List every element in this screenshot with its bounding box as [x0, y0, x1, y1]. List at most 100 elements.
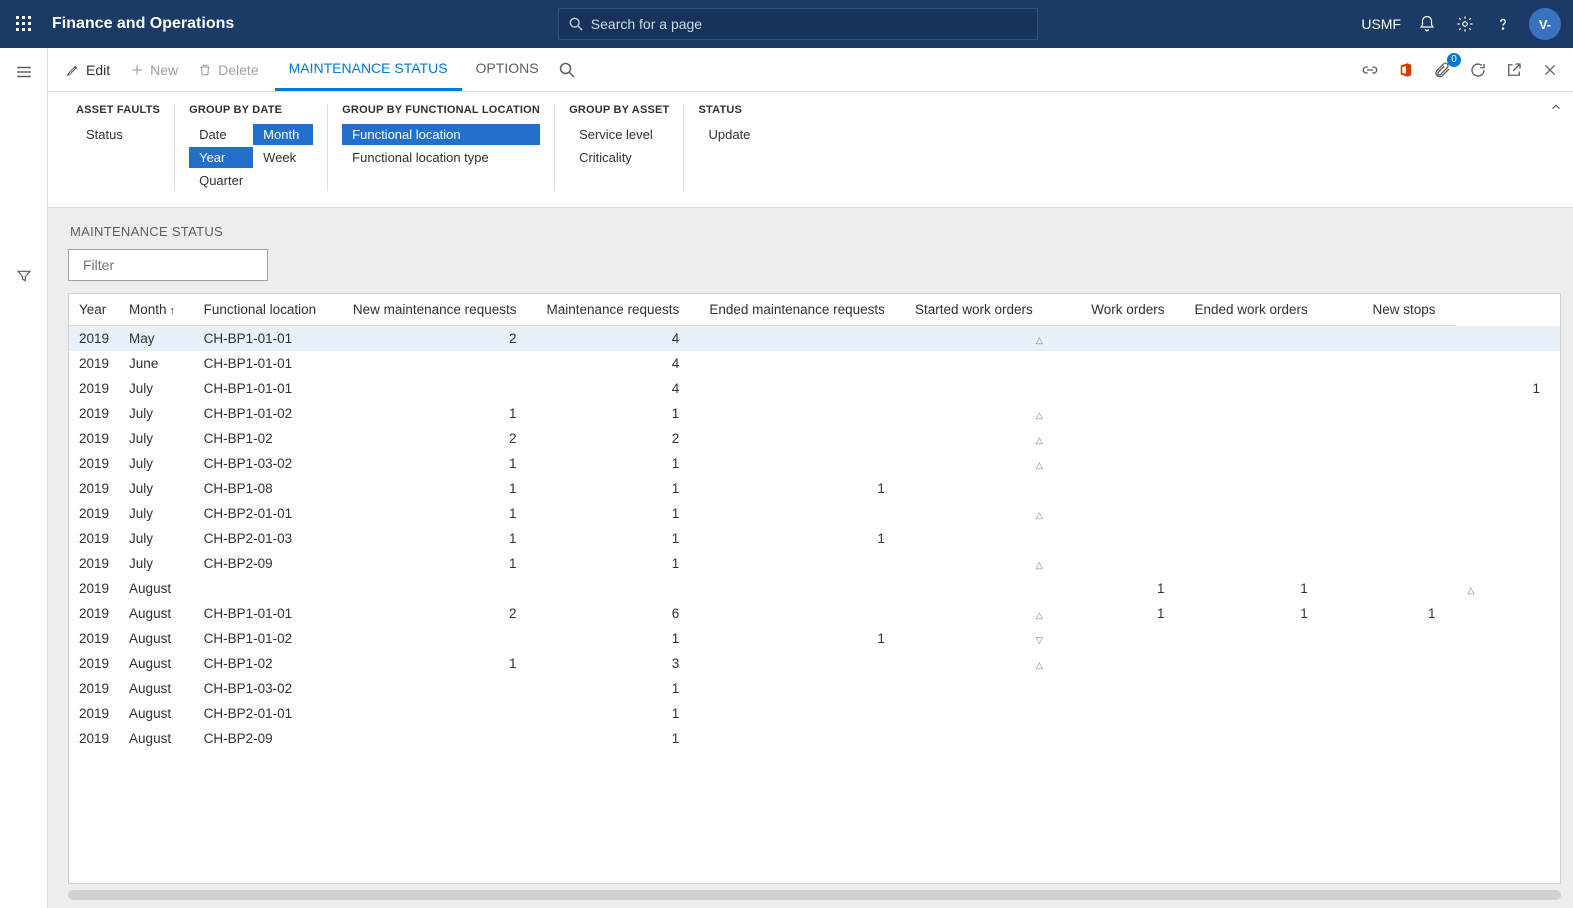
delete-button: Delete [188, 48, 268, 91]
table-row[interactable]: 2019JulyCH-BP1-03-0211△ [69, 451, 1560, 476]
table-row[interactable]: 2019JulyCH-BP1-01-0211△ [69, 401, 1560, 426]
table-row[interactable]: 2019JulyCH-BP2-01-03111 [69, 526, 1560, 551]
table-row[interactable]: 2019August11△ [69, 576, 1560, 601]
company-picker[interactable]: USMF [1361, 16, 1401, 32]
pencil-icon [66, 63, 80, 77]
sort-asc-icon: ↑ [170, 305, 176, 317]
table-row[interactable]: 2019JulyCH-BP2-0911△ [69, 551, 1560, 576]
chip-criticality[interactable]: Criticality [569, 147, 669, 168]
grid-filter[interactable] [68, 249, 268, 281]
trend-up-icon: △ [1036, 460, 1043, 470]
office-icon[interactable] [1395, 59, 1417, 81]
col-ended-work-orders[interactable]: Ended work orders [1184, 294, 1327, 326]
group-asset-faults: ASSET FAULTS Status [62, 104, 174, 191]
table-row[interactable]: 2019AugustCH-BP2-01-011 [69, 701, 1560, 726]
chip-month[interactable]: Month [253, 124, 313, 145]
col-ended-maintenance-requests[interactable]: Ended maintenance requests [699, 294, 905, 326]
section-title: MAINTENANCE STATUS [70, 224, 1561, 239]
top-navbar: Finance and Operations USMF V- [0, 0, 1573, 48]
tab-options[interactable]: OPTIONS [462, 48, 553, 91]
attachments-badge: 0 [1447, 53, 1461, 67]
app-title: Finance and Operations [52, 15, 234, 33]
group-by-date: GROUP BY DATE DateMonthYearWeekQuarter [174, 104, 327, 191]
table-row[interactable]: 2019AugustCH-BP1-01-0211▽ [69, 626, 1560, 651]
table-row[interactable]: 2019JulyCH-BP1-0222△ [69, 426, 1560, 451]
trend-up-icon: △ [1036, 335, 1043, 345]
chip-year[interactable]: Year [189, 147, 253, 168]
notifications-icon[interactable] [1415, 12, 1439, 36]
global-search[interactable] [558, 8, 1038, 40]
group-title: ASSET FAULTS [76, 104, 160, 116]
left-rail [0, 48, 48, 908]
chip-date[interactable]: Date [189, 124, 253, 145]
tab-maintenance-status[interactable]: MAINTENANCE STATUS [275, 48, 462, 91]
app-launcher-icon[interactable] [12, 12, 36, 36]
link-icon[interactable] [1359, 59, 1381, 81]
group-title: STATUS [698, 104, 760, 116]
col-month[interactable]: Month↑ [119, 294, 194, 326]
popout-icon[interactable] [1503, 59, 1525, 81]
chip-functional-location-type[interactable]: Functional location type [342, 147, 540, 168]
search-icon [569, 17, 583, 31]
edit-label: Edit [86, 62, 110, 78]
hamburger-icon[interactable] [12, 60, 36, 84]
trash-icon [198, 63, 212, 77]
refresh-icon[interactable] [1467, 59, 1489, 81]
settings-icon[interactable] [1453, 12, 1477, 36]
trend-up-icon: △ [1036, 660, 1043, 670]
table-row[interactable]: 2019JulyCH-BP1-01-0141 [69, 376, 1560, 401]
group-title: GROUP BY ASSET [569, 104, 669, 116]
action-pane: ASSET FAULTS Status GROUP BY DATE DateMo… [48, 92, 1573, 208]
grid: YearMonth↑Functional locationNew mainten… [68, 293, 1561, 884]
group-title: GROUP BY DATE [189, 104, 313, 116]
collapse-action-pane-icon[interactable] [1549, 100, 1563, 114]
content-area: MAINTENANCE STATUS YearMonth↑Functional … [48, 208, 1573, 908]
chip-functional-location[interactable]: Functional location [342, 124, 540, 145]
global-search-input[interactable] [591, 16, 1027, 32]
close-icon[interactable] [1539, 59, 1561, 81]
trend-up-icon: △ [1036, 435, 1043, 445]
col-work-orders[interactable]: Work orders [1053, 294, 1185, 326]
user-avatar[interactable]: V- [1529, 8, 1561, 40]
table-row[interactable]: 2019MayCH-BP1-01-0124△ [69, 326, 1560, 352]
table-row[interactable]: 2019AugustCH-BP2-091 [69, 726, 1560, 751]
table-row[interactable]: 2019JulyCH-BP1-08111 [69, 476, 1560, 501]
search-icon [559, 62, 575, 78]
trend-up-icon: △ [1036, 610, 1043, 620]
table-row[interactable]: 2019AugustCH-BP1-0213△ [69, 651, 1560, 676]
group-title: GROUP BY FUNCTIONAL LOCATION [342, 104, 540, 116]
edit-button[interactable]: Edit [56, 48, 120, 91]
trend-up-icon: △ [1036, 560, 1043, 570]
col-new-maintenance-requests[interactable]: New maintenance requests [343, 294, 537, 326]
chip-update[interactable]: Update [698, 124, 760, 145]
chip-status[interactable]: Status [76, 124, 160, 145]
group-by-functional-location: GROUP BY FUNCTIONAL LOCATION Functional … [327, 104, 554, 191]
chip-service-level[interactable]: Service level [569, 124, 669, 145]
delete-label: Delete [218, 62, 258, 78]
col-new-stops[interactable]: New stops [1328, 294, 1456, 326]
table-row[interactable]: 2019JulyCH-BP2-01-0111△ [69, 501, 1560, 526]
table-row[interactable]: 2019JuneCH-BP1-01-014 [69, 351, 1560, 376]
new-label: New [150, 62, 178, 78]
trend-up-icon: △ [1036, 510, 1043, 520]
trend-up-icon: △ [1467, 585, 1474, 595]
table-row[interactable]: 2019AugustCH-BP1-03-021 [69, 676, 1560, 701]
horizontal-scrollbar[interactable] [68, 890, 1561, 900]
help-icon[interactable] [1491, 12, 1515, 36]
trend-up-icon: △ [1036, 410, 1043, 420]
col-started-work-orders[interactable]: Started work orders [905, 294, 1053, 326]
find-button[interactable] [553, 48, 585, 91]
group-status: STATUS Update [683, 104, 774, 191]
col-year[interactable]: Year [69, 294, 119, 326]
tabs: MAINTENANCE STATUSOPTIONS [275, 48, 553, 91]
plus-icon [130, 63, 144, 77]
filter-pane-icon[interactable] [12, 264, 36, 288]
col-functional-location[interactable]: Functional location [194, 294, 343, 326]
chip-week[interactable]: Week [253, 147, 313, 168]
chip-quarter[interactable]: Quarter [189, 170, 253, 191]
table-row[interactable]: 2019AugustCH-BP1-01-0126△111 [69, 601, 1560, 626]
grid-filter-input[interactable] [83, 257, 264, 273]
group-by-asset: GROUP BY ASSET Service levelCriticality [554, 104, 683, 191]
col-maintenance-requests[interactable]: Maintenance requests [536, 294, 699, 326]
attachments-icon[interactable]: 0 [1431, 59, 1453, 81]
